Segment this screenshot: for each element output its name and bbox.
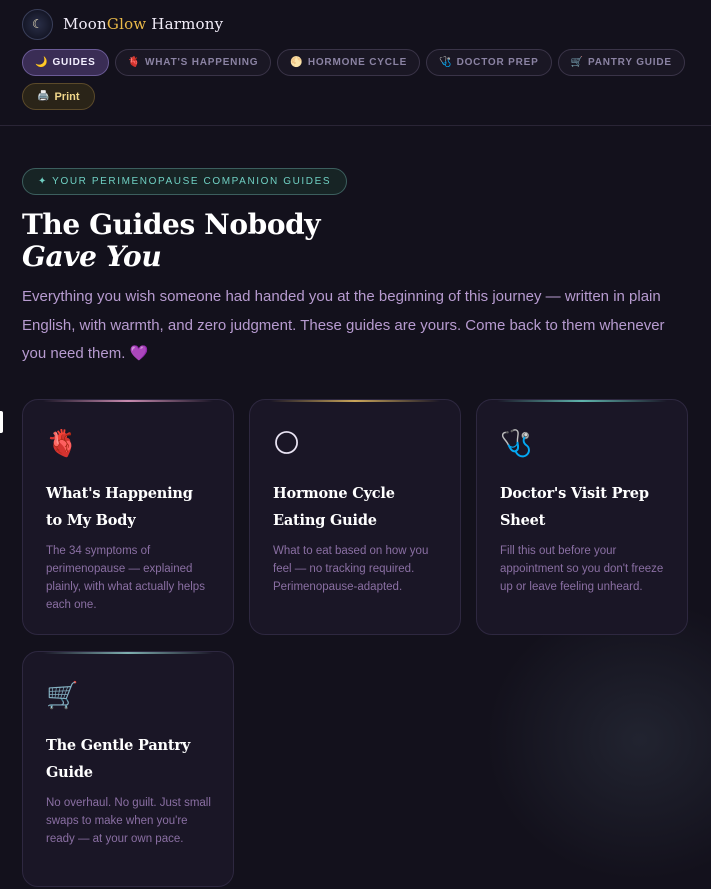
- printer-icon: 🖨️: [37, 91, 50, 102]
- card-description: What to eat based on how you feel — no t…: [273, 545, 429, 593]
- card-title: Doctor's Visit Prep Sheet: [500, 485, 649, 529]
- card-description: The 34 symptoms of perimenopause — expla…: [46, 545, 205, 611]
- print-label: Print: [54, 90, 80, 103]
- stethoscope-icon: 🩺: [500, 429, 533, 459]
- title-line-2: Gave You: [22, 240, 162, 273]
- logo-glyph: ☾: [32, 17, 43, 31]
- companion-guides-badge: ✦ YOUR PERIMENOPAUSE COMPANION GUIDES: [22, 168, 348, 195]
- card-title: What's Happening to My Body: [46, 485, 193, 529]
- tab-label: DOCTOR PREP: [456, 57, 539, 68]
- tab-hormone-cycle[interactable]: 🌕 HORMONE CYCLE: [277, 49, 421, 76]
- brand-name: MoonGlow Harmony: [63, 15, 223, 33]
- tab-label: PANTRY GUIDE: [588, 57, 672, 68]
- stethoscope-icon: 🩺: [439, 57, 452, 68]
- brand-name-harmony: Harmony: [146, 15, 224, 33]
- brand-name-moon: Moon: [63, 15, 107, 33]
- tab-guides[interactable]: 🌙 GUIDES: [22, 49, 109, 76]
- brand-name-glow: Glow: [106, 15, 147, 33]
- card-title: The Gentle Pantry Guide: [46, 737, 191, 781]
- side-edge-marker: [0, 411, 3, 433]
- guide-card-whats-happening[interactable]: 🫀 What's Happening to My Body The 34 sym…: [22, 399, 234, 635]
- page-title: The Guides Nobody Gave You: [22, 209, 689, 273]
- tab-whats-happening[interactable]: 🫀 WHAT'S HAPPENING: [114, 49, 272, 76]
- tab-label: WHAT'S HAPPENING: [145, 57, 259, 68]
- site-header: ☾ MoonGlow Harmony 🌙 GUIDES 🫀 WHAT'S HAP…: [0, 0, 711, 126]
- guide-cards: 🫀 What's Happening to My Body The 34 sym…: [22, 399, 688, 887]
- shopping-cart-icon: 🛒: [570, 57, 583, 68]
- tab-label: GUIDES: [52, 57, 96, 68]
- title-line-1: The Guides Nobody: [22, 208, 321, 241]
- full-moon-icon: 🌕: [290, 57, 303, 68]
- guide-card-pantry[interactable]: 🛒 The Gentle Pantry Guide No overhaul. N…: [22, 651, 234, 887]
- main-nav: 🌙 GUIDES 🫀 WHAT'S HAPPENING 🌕 HORMONE CY…: [22, 49, 689, 110]
- card-description: No overhaul. No guilt. Just small swaps …: [46, 797, 211, 845]
- tab-pantry-guide[interactable]: 🛒 PANTRY GUIDE: [557, 49, 685, 76]
- card-description: Fill this out before your appointment so…: [500, 545, 664, 593]
- tab-doctor-prep[interactable]: 🩺 DOCTOR PREP: [426, 49, 552, 76]
- crescent-moon-icon: 🌙: [35, 57, 48, 68]
- hero-section: ✦ YOUR PERIMENOPAUSE COMPANION GUIDES Th…: [0, 126, 711, 369]
- shopping-cart-icon: 🛒: [46, 681, 79, 711]
- anatomical-heart-icon: 🫀: [127, 57, 141, 68]
- card-title: Hormone Cycle Eating Guide: [273, 485, 395, 529]
- anatomical-heart-icon: 🫀: [46, 429, 79, 459]
- guide-card-hormone-cycle[interactable]: 🌕 Hormone Cycle Eating Guide What to eat…: [249, 399, 461, 635]
- guide-card-doctor-prep[interactable]: 🩺 Doctor's Visit Prep Sheet Fill this ou…: [476, 399, 688, 635]
- brand[interactable]: ☾ MoonGlow Harmony: [22, 8, 689, 40]
- print-button[interactable]: 🖨️ Print: [22, 83, 95, 110]
- moon-logo-icon: ☾: [22, 8, 53, 40]
- tab-label: HORMONE CYCLE: [307, 57, 408, 68]
- intro-paragraph: Everything you wish someone had handed y…: [22, 288, 665, 362]
- full-moon-icon: 🌕: [273, 429, 301, 459]
